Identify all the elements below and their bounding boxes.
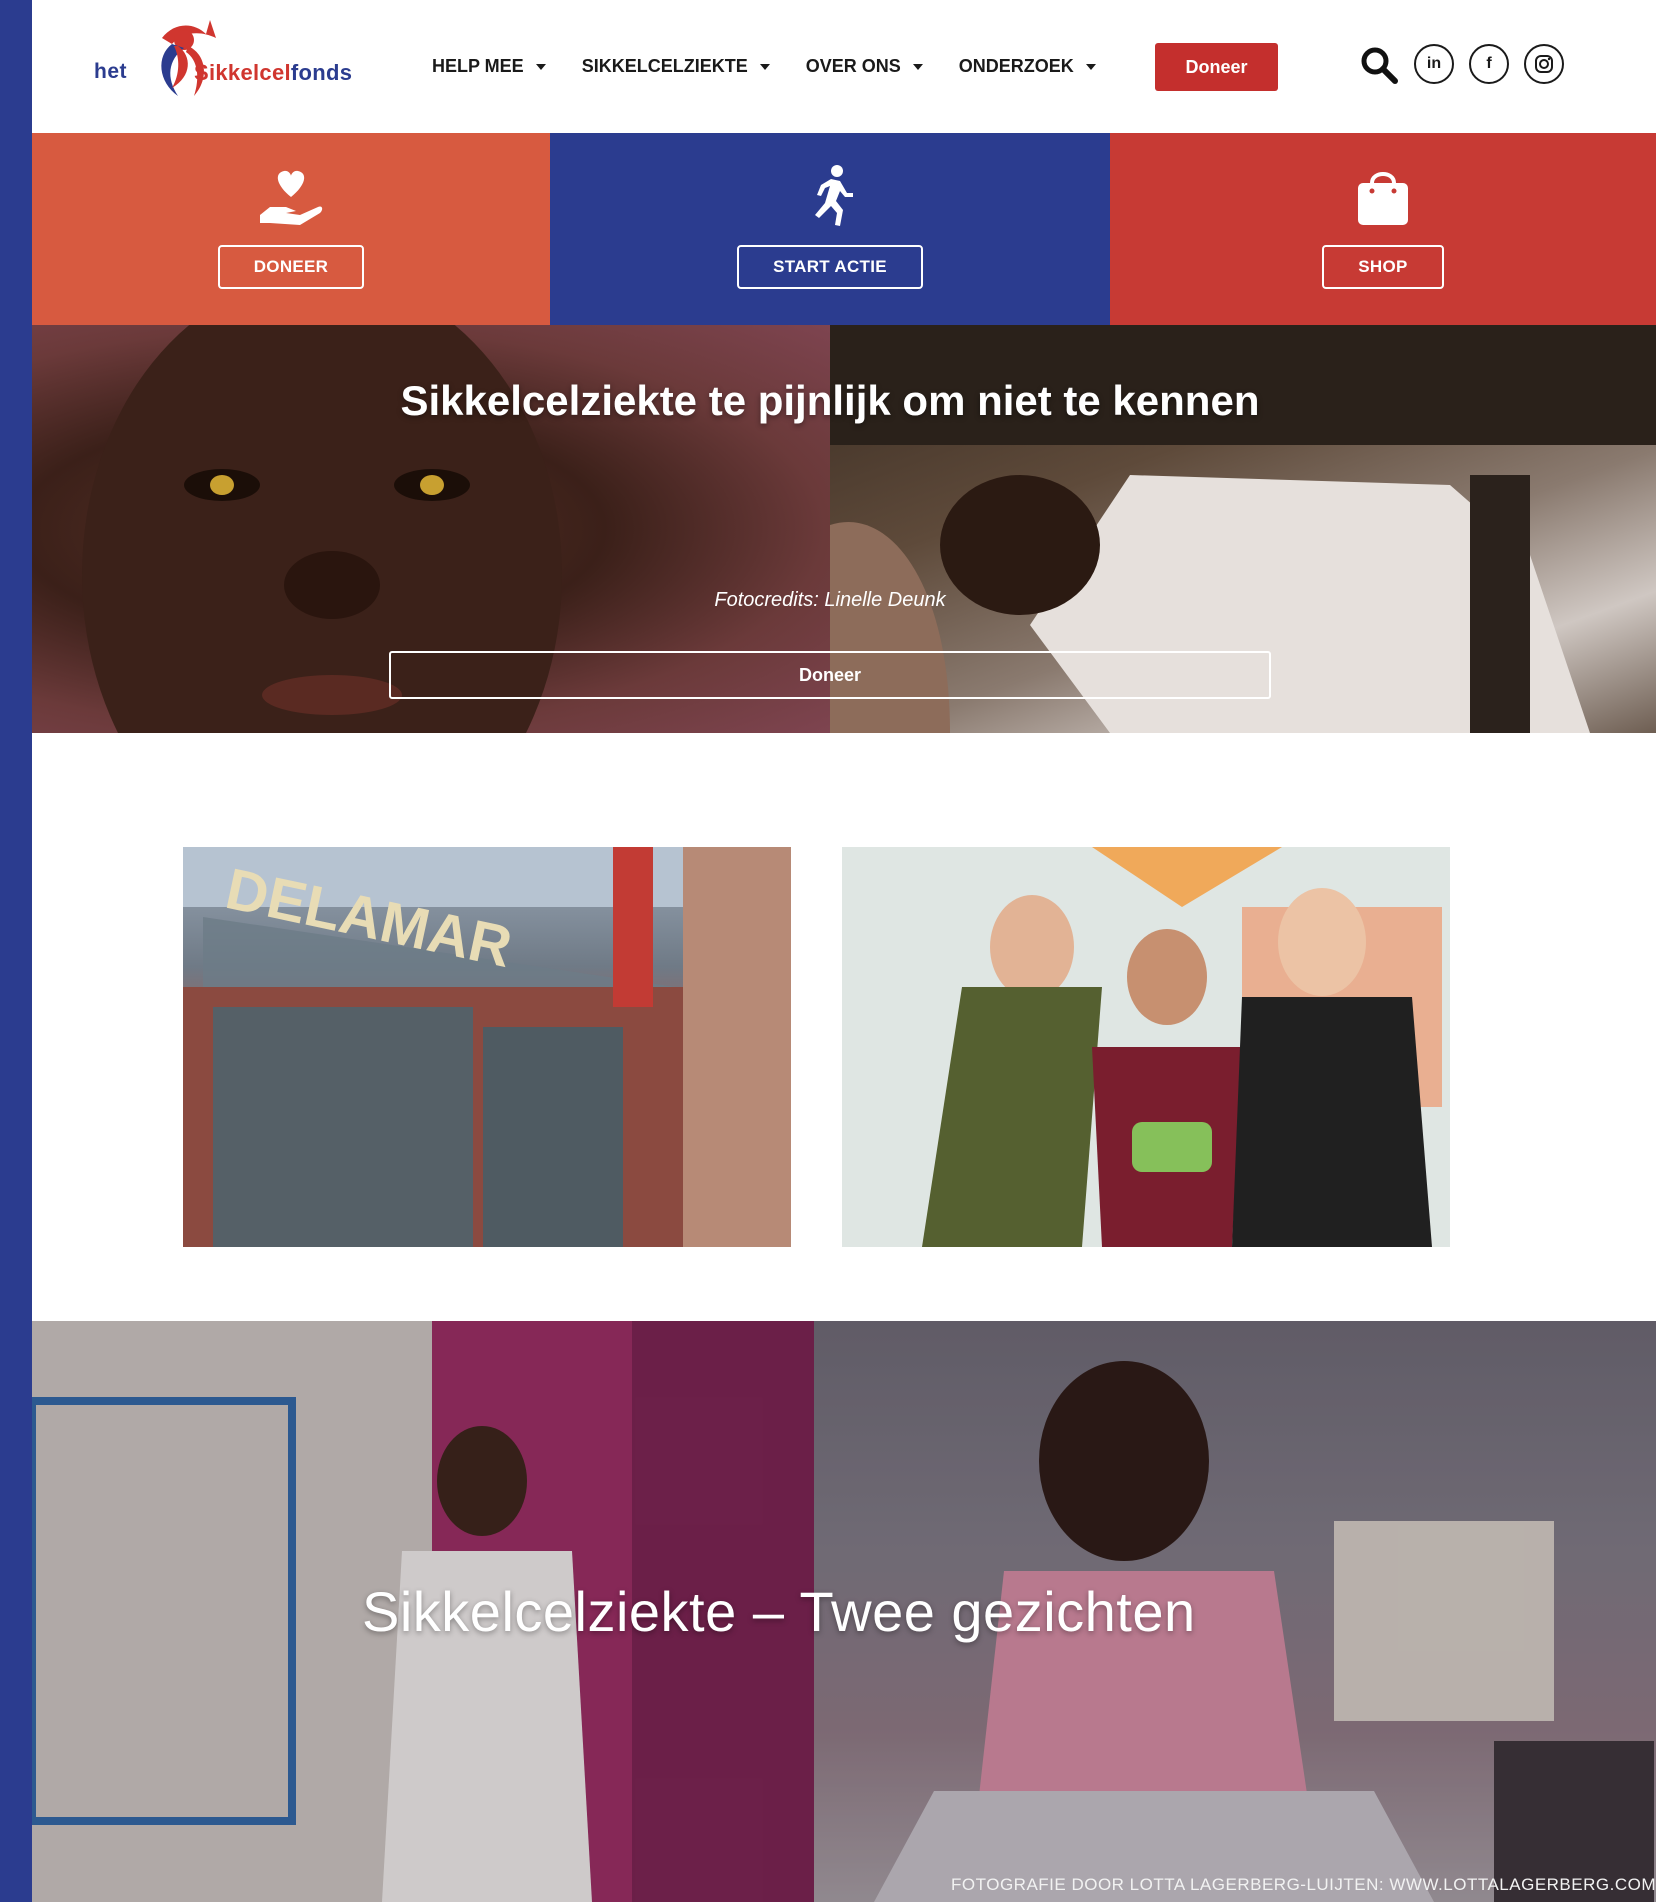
two-faces-banner: Sikkelcelziekte – Twee gezichten FOTOGRA… — [32, 1321, 1656, 1902]
tile-doneer: DONEER — [32, 133, 550, 325]
logo-name-text: Sikkelcelfonds — [194, 60, 352, 86]
hero-donate-button[interactable]: Doneer — [389, 651, 1271, 699]
search-icon[interactable] — [1358, 44, 1400, 86]
nav-item-help-mee[interactable]: HELP MEE — [432, 56, 546, 77]
logo[interactable]: het Sikkelcelfonds — [94, 16, 394, 100]
left-edge-strip — [0, 0, 32, 1902]
instagram-icon[interactable] — [1524, 44, 1564, 84]
theater-illustration: DELAMAR — [183, 847, 791, 1247]
hero-title: Sikkelcelziekte te pijnlijk om niet te k… — [400, 377, 1260, 424]
shop-tile-button[interactable]: SHOP — [1322, 245, 1444, 289]
facebook-icon[interactable]: f — [1469, 44, 1509, 84]
nav-item-label: SIKKELCELZIEKTE — [581, 56, 748, 76]
caret-down-icon — [759, 63, 770, 70]
hero-banner: Sikkelcelziekte te pijnlijk om niet te k… — [32, 325, 1656, 733]
hero-photo-credit: Fotocredits: Linelle Deunk — [714, 589, 946, 611]
three-women-photo[interactable] — [842, 847, 1450, 1247]
caret-down-icon — [535, 63, 546, 70]
logo-het-text: het — [94, 60, 127, 83]
logo-name-part1: Sikkelcel — [194, 60, 291, 85]
linkedin-icon[interactable]: in — [1414, 44, 1454, 84]
start-actie-tile-button[interactable]: START ACTIE — [737, 245, 923, 289]
logo-name-part2: fonds — [290, 60, 353, 85]
facebook-glyph: f — [1486, 55, 1492, 72]
running-person-icon — [815, 165, 853, 226]
nav-item-label: OVER ONS — [805, 56, 901, 76]
nav-item-label: ONDERZOEK — [958, 56, 1074, 76]
banner-title: Sikkelcelziekte – Twee gezichten — [362, 1580, 1196, 1643]
nav-item-over-ons[interactable]: OVER ONS — [806, 56, 923, 77]
nav-item-sikkelcelziekte[interactable]: SIKKELCELZIEKTE — [582, 56, 770, 77]
instagram-glyph — [1535, 55, 1553, 73]
sickle-cell-logo-mark — [161, 20, 216, 96]
banner-photo-credit: FOTOGRAFIE DOOR LOTTA LAGERBERG-LUIJTEN:… — [951, 1875, 1656, 1894]
nav-item-onderzoek[interactable]: ONDERZOEK — [959, 56, 1096, 77]
tile-shop: SHOP — [1110, 133, 1656, 325]
donate-button[interactable]: Doneer — [1155, 43, 1278, 91]
linkedin-glyph: in — [1426, 55, 1442, 72]
main-nav: HELP MEE SIKKELCELZIEKTE OVER ONS ONDERZ… — [432, 0, 1132, 133]
nav-item-label: HELP MEE — [432, 56, 524, 76]
doneer-tile-button[interactable]: DONEER — [217, 245, 365, 289]
tile-start-actie: START ACTIE — [550, 133, 1110, 325]
caret-down-icon — [1085, 63, 1096, 70]
caret-down-icon — [912, 63, 923, 70]
delamar-theater-photo[interactable]: DELAMAR — [183, 847, 791, 1247]
people-illustration — [842, 847, 1450, 1247]
page: het Sikkelcelfonds HELP MEE SIKKELCELZIE… — [0, 0, 1656, 1902]
site-header: het Sikkelcelfonds HELP MEE SIKKELCELZIE… — [32, 0, 1656, 133]
heart-hand-icon — [260, 170, 323, 225]
shopping-bag-icon — [1358, 172, 1408, 225]
action-tiles: DONEER START ACTIE SHOP — [32, 133, 1656, 325]
